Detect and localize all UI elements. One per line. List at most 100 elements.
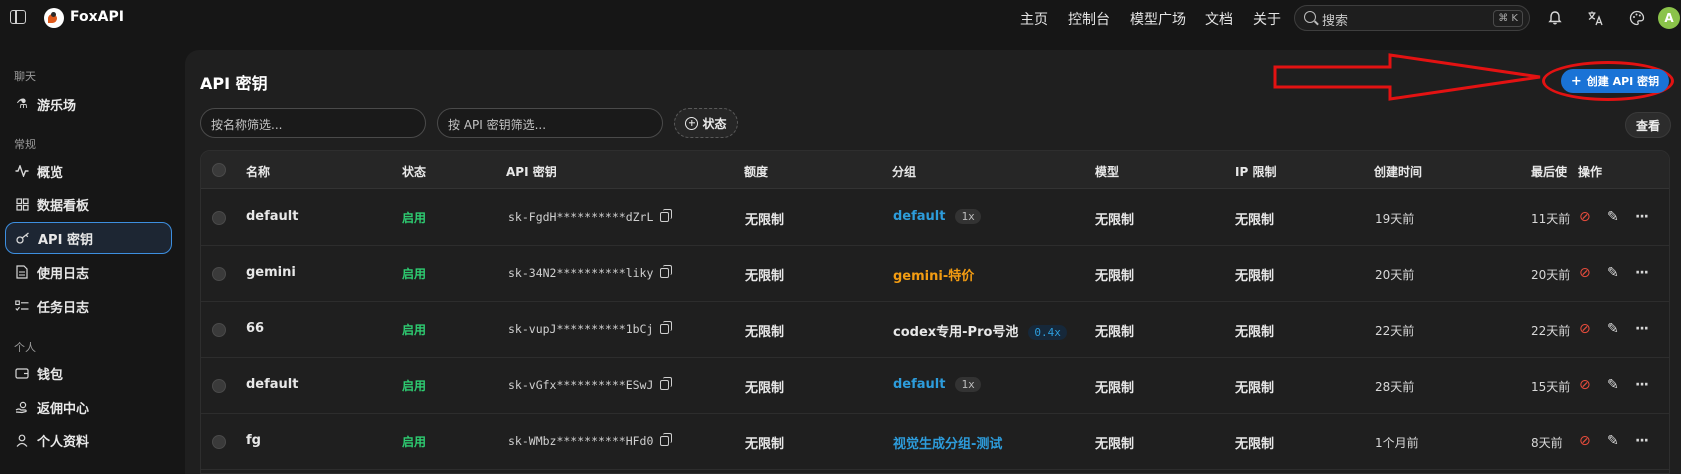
avatar[interactable]: A	[1658, 7, 1680, 29]
edit-icon[interactable]: ✎	[1607, 433, 1619, 449]
disable-icon[interactable]: ⊘	[1579, 209, 1591, 225]
row-checkbox[interactable]	[212, 211, 226, 225]
sidebar-item-overview[interactable]: 概览	[5, 155, 172, 187]
flask-icon: ⚗	[16, 96, 28, 112]
filter-key-input[interactable]: 按 API 密钥筛选...	[437, 108, 663, 138]
group-cell: gemini-特价	[893, 265, 974, 284]
translate-icon[interactable]	[1585, 8, 1605, 28]
app-logo[interactable]	[44, 8, 64, 28]
api-key-value: sk-vGfx**********ESwJ	[508, 377, 673, 392]
wallet-icon	[15, 366, 29, 380]
top-bar: FoxAPI 主页 控制台 模型广场 文档 关于 搜索 ⌘ K A	[0, 0, 1681, 36]
commission-icon	[15, 400, 29, 414]
disable-icon[interactable]: ⊘	[1579, 321, 1591, 337]
app-title[interactable]: FoxAPI	[70, 9, 124, 25]
nav-docs[interactable]: 文档	[1205, 9, 1233, 29]
status-filter-label: 状态	[702, 116, 727, 131]
model-value: 无限制	[1095, 213, 1135, 228]
row-checkbox[interactable]	[212, 379, 226, 393]
nav-model-square[interactable]: 模型广场	[1130, 9, 1186, 29]
edit-icon[interactable]: ✎	[1607, 377, 1619, 393]
col-status[interactable]: 状态	[402, 163, 426, 180]
sidebar-item-label: 返佣中心	[37, 401, 90, 417]
disable-icon[interactable]: ⊘	[1579, 265, 1591, 281]
copy-icon[interactable]	[660, 265, 673, 278]
sidebar-item-wallet[interactable]: 钱包	[5, 357, 172, 389]
view-button[interactable]: 查看	[1625, 112, 1671, 138]
nav-home[interactable]: 主页	[1020, 9, 1048, 29]
group-ratio: 0.4x	[1028, 325, 1067, 340]
status-filter-button[interactable]: 状态	[674, 108, 738, 138]
col-ip-limit[interactable]: IP 限制	[1235, 163, 1276, 180]
status-badge: 启用	[402, 323, 427, 337]
key-name: gemini	[246, 265, 296, 280]
select-all-checkbox[interactable]	[212, 163, 226, 177]
edit-icon[interactable]: ✎	[1607, 265, 1619, 281]
search-box[interactable]: 搜索 ⌘ K	[1294, 5, 1530, 31]
user-icon	[15, 433, 29, 447]
api-keys-table: 名称 状态 API 密钥 额度 分组 模型 IP 限制 创建时间 最后使 操作 …	[200, 150, 1670, 474]
col-last-used[interactable]: 最后使	[1531, 163, 1567, 180]
filter-name-input[interactable]: 按名称筛选...	[200, 108, 426, 138]
more-icon[interactable]: ···	[1635, 433, 1649, 449]
search-placeholder: 搜索	[1322, 14, 1349, 29]
sidebar-item-profile[interactable]: 个人资料	[5, 424, 172, 456]
col-quota[interactable]: 额度	[744, 163, 768, 180]
group-name: codex专用-Pro号池	[893, 325, 1019, 340]
sidebar-toggle-icon[interactable]	[10, 10, 26, 24]
status-badge: 启用	[402, 435, 427, 449]
task-list-icon	[15, 299, 29, 313]
copy-icon[interactable]	[660, 433, 673, 446]
row-checkbox[interactable]	[212, 435, 226, 449]
key-name: 66	[246, 321, 265, 336]
more-icon[interactable]: ···	[1635, 209, 1649, 225]
palette-icon[interactable]	[1627, 8, 1647, 28]
search-icon	[1304, 11, 1316, 23]
key-name: default	[246, 377, 299, 392]
edit-icon[interactable]: ✎	[1607, 321, 1619, 337]
bell-icon[interactable]	[1545, 8, 1565, 28]
col-api-key[interactable]: API 密钥	[506, 163, 557, 180]
created-time: 1个月前	[1375, 436, 1419, 450]
key-name: fg	[246, 433, 261, 448]
nav-about[interactable]: 关于	[1253, 9, 1281, 29]
api-key-value: sk-34N2**********liky	[508, 265, 673, 280]
table-row[interactable]: 66 启用 sk-vupJ**********1bCj 无限制 codex专用-…	[201, 302, 1669, 358]
col-name[interactable]: 名称	[246, 163, 270, 180]
quota-value: 无限制	[745, 437, 785, 452]
last-used-time: 11天前	[1531, 212, 1571, 226]
col-created[interactable]: 创建时间	[1374, 163, 1422, 180]
status-badge: 启用	[402, 211, 427, 225]
copy-icon[interactable]	[660, 209, 673, 222]
sidebar-item-commission[interactable]: 返佣中心	[5, 391, 172, 423]
col-model[interactable]: 模型	[1095, 163, 1119, 180]
more-icon[interactable]: ···	[1635, 265, 1649, 281]
sidebar-item-label: 钱包	[37, 367, 64, 383]
disable-icon[interactable]: ⊘	[1579, 433, 1591, 449]
ip-limit-value: 无限制	[1235, 381, 1275, 396]
sidebar-item-task-log[interactable]: 任务日志	[5, 290, 172, 322]
copy-icon[interactable]	[660, 321, 673, 334]
nav-console[interactable]: 控制台	[1068, 9, 1110, 29]
plus-icon: +	[1570, 73, 1582, 89]
sidebar-item-usage-log[interactable]: 使用日志	[5, 256, 172, 288]
copy-icon[interactable]	[660, 377, 673, 390]
create-api-key-button[interactable]: + 创建 API 密钥	[1561, 69, 1669, 93]
sidebar-item-api-keys[interactable]: API 密钥	[5, 222, 172, 254]
table-row[interactable]: default 启用 sk-FgdH**********dZrL 无限制 def…	[201, 190, 1669, 246]
group-cell: 视觉生成分组-测试	[893, 433, 1002, 452]
group-cell: codex专用-Pro号池 0.4x	[893, 321, 1067, 340]
table-row[interactable]: default 启用 sk-vGfx**********ESwJ 无限制 def…	[201, 358, 1669, 414]
group-name: default	[893, 377, 946, 392]
row-checkbox[interactable]	[212, 323, 226, 337]
table-row[interactable]: gemini 启用 sk-34N2**********liky 无限制 gemi…	[201, 246, 1669, 302]
edit-icon[interactable]: ✎	[1607, 209, 1619, 225]
table-row[interactable]: fg 启用 sk-WMbz**********HFd0 无限制 视觉生成分组-测…	[201, 414, 1669, 470]
more-icon[interactable]: ···	[1635, 377, 1649, 393]
col-group[interactable]: 分组	[892, 163, 916, 180]
sidebar-item-playground[interactable]: ⚗ 游乐场	[5, 88, 172, 120]
sidebar-item-dashboard[interactable]: 数据看板	[5, 188, 172, 220]
disable-icon[interactable]: ⊘	[1579, 377, 1591, 393]
more-icon[interactable]: ···	[1635, 321, 1649, 337]
row-checkbox[interactable]	[212, 267, 226, 281]
